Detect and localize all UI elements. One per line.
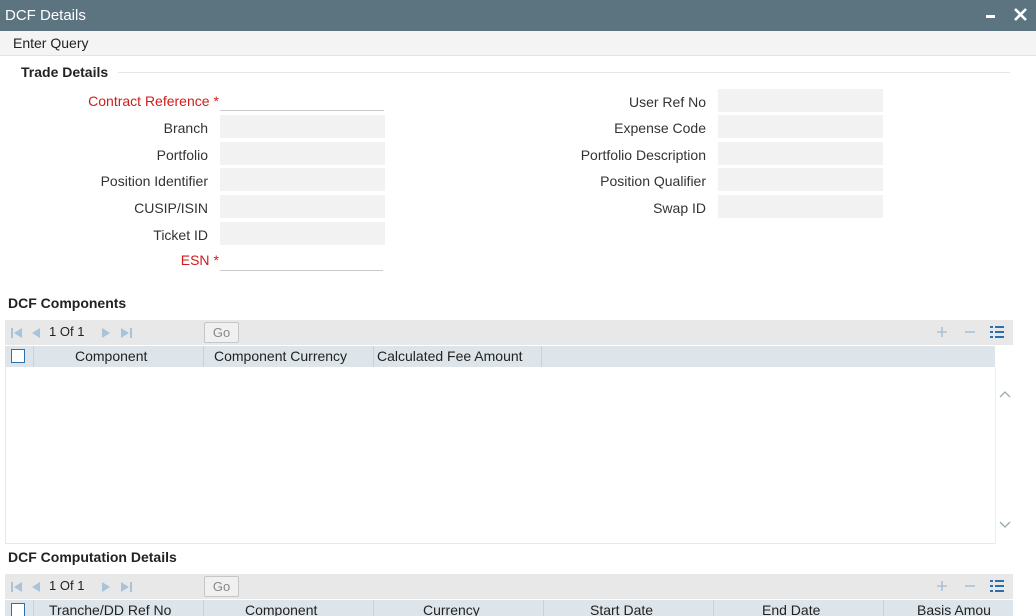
dcf-computation-grid-header: Tranche/DD Ref No Component Currency Sta… [5, 600, 1013, 616]
column-header[interactable]: Tranche/DD Ref No [34, 600, 204, 616]
dcf-components-heading: DCF Components [8, 295, 127, 311]
column-header[interactable]: Basis Amou [884, 600, 1013, 616]
select-all-cell [5, 346, 34, 367]
position-qualifier-label: Position Qualifier [600, 173, 706, 189]
position-identifier-label: Position Identifier [100, 173, 208, 189]
single-view-icon[interactable] [989, 324, 1005, 340]
user-ref-no-field[interactable] [718, 89, 883, 112]
dcf-components-grid-header: Component Component Currency Calculated … [5, 346, 995, 367]
prev-page-icon[interactable] [29, 326, 43, 340]
position-identifier-field[interactable] [220, 168, 385, 191]
last-page-icon[interactable] [119, 580, 133, 594]
expense-code-label: Expense Code [614, 120, 706, 136]
swap-id-label: Swap ID [653, 200, 706, 216]
window-titlebar: DCF Details [0, 0, 1036, 31]
single-view-icon[interactable] [989, 578, 1005, 594]
scroll-down-icon[interactable] [999, 516, 1011, 528]
close-icon[interactable] [1010, 4, 1032, 26]
next-page-icon[interactable] [99, 326, 113, 340]
delete-row-icon[interactable] [962, 324, 978, 340]
ticket-id-label: Ticket ID [153, 227, 208, 243]
dcf-computation-heading: DCF Computation Details [8, 549, 177, 565]
window-title: DCF Details [5, 7, 86, 24]
column-header[interactable]: Calculated Fee Amount [374, 346, 542, 367]
enter-query-menu-item[interactable]: Enter Query [13, 35, 88, 51]
column-header[interactable]: Component Currency [204, 346, 374, 367]
vertical-scrollbar[interactable] [995, 367, 1013, 544]
column-header[interactable]: Start Date [544, 600, 714, 616]
esn-label: ESN * [180, 252, 219, 268]
portfolio-label: Portfolio [156, 147, 208, 163]
swap-id-field[interactable] [718, 195, 883, 218]
dcf-components-grid-body [5, 367, 995, 544]
first-page-icon[interactable] [10, 580, 24, 594]
column-header[interactable]: Component [204, 600, 374, 616]
section-divider [118, 72, 1010, 73]
column-header[interactable]: Component [34, 346, 204, 367]
dcf-components-toolbar: 1 Of 1 Go [5, 320, 1013, 345]
select-all-cell [5, 600, 34, 616]
menu-bar: Enter Query [0, 31, 1036, 56]
scroll-up-icon[interactable] [999, 385, 1011, 398]
go-button[interactable]: Go [204, 576, 239, 597]
last-page-icon[interactable] [119, 326, 133, 340]
branch-label: Branch [163, 120, 208, 136]
trade-details-heading: Trade Details [21, 64, 109, 80]
cusip-isin-label: CUSIP/ISIN [134, 200, 208, 216]
minimize-icon[interactable] [980, 4, 1002, 26]
next-page-icon[interactable] [99, 580, 113, 594]
go-button[interactable]: Go [204, 322, 239, 343]
select-all-checkbox[interactable] [11, 349, 25, 363]
first-page-icon[interactable] [10, 326, 24, 340]
select-all-checkbox[interactable] [11, 603, 25, 616]
expense-code-field[interactable] [718, 115, 883, 138]
branch-field[interactable] [220, 115, 385, 138]
user-ref-no-label: User Ref No [628, 94, 706, 110]
delete-row-icon[interactable] [962, 578, 978, 594]
ticket-id-field[interactable] [220, 222, 385, 245]
dcf-computation-toolbar: 1 Of 1 Go [5, 574, 1013, 599]
add-row-icon[interactable] [934, 324, 950, 340]
position-qualifier-field[interactable] [718, 168, 883, 191]
page-indicator: 1 Of 1 [49, 578, 85, 593]
cusip-isin-field[interactable] [220, 195, 385, 218]
column-header[interactable]: Currency [374, 600, 544, 616]
portfolio-field[interactable] [220, 142, 385, 165]
column-header[interactable]: End Date [714, 600, 884, 616]
contract-reference-label: Contract Reference * [88, 93, 219, 109]
esn-input[interactable] [220, 248, 383, 271]
portfolio-description-label: Portfolio Description [580, 147, 706, 163]
contract-reference-input[interactable] [220, 88, 384, 111]
portfolio-description-field[interactable] [718, 142, 883, 165]
page-indicator: 1 Of 1 [49, 324, 85, 339]
prev-page-icon[interactable] [29, 580, 43, 594]
add-row-icon[interactable] [934, 578, 950, 594]
